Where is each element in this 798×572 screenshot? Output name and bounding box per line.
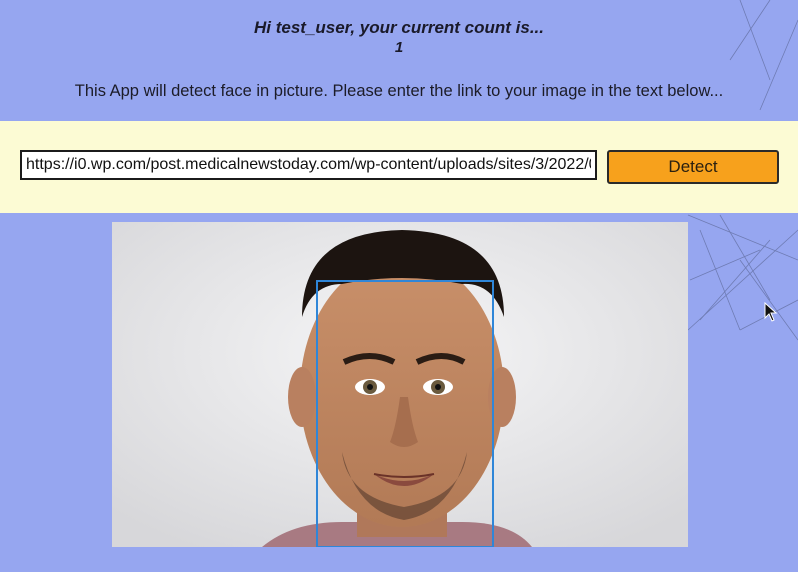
count-value: 1: [394, 39, 404, 56]
result-image: [112, 222, 688, 547]
greeting-text: Hi test_user, your current count is...: [253, 18, 545, 37]
url-form: Detect: [0, 121, 798, 213]
mouse-pointer-icon: [764, 302, 778, 322]
instructions-text: This App will detect face in picture. Pl…: [74, 82, 724, 100]
detect-button[interactable]: Detect: [607, 150, 779, 184]
face-detection-box: [316, 280, 494, 547]
image-url-input[interactable]: [20, 150, 597, 180]
